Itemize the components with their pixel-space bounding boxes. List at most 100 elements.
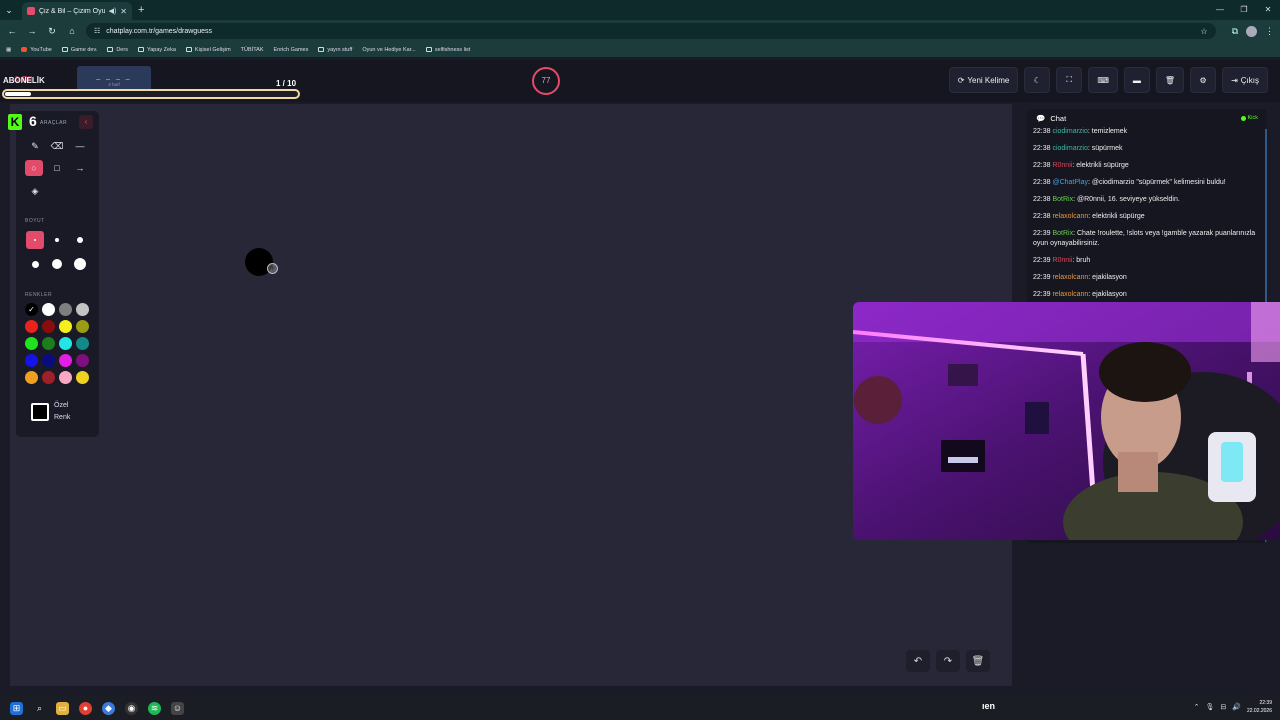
extensions-icon[interactable]: ⧉ — [1232, 26, 1238, 37]
app-icon[interactable]: ◆ — [102, 701, 115, 715]
color-swatch[interactable] — [59, 337, 72, 350]
chat-username[interactable]: relaxolcann — [1052, 291, 1088, 298]
keyboard-button[interactable]: ⌨ — [1088, 67, 1118, 93]
clear-button[interactable]: 🗑 — [1155, 67, 1185, 93]
color-swatch[interactable] — [76, 371, 89, 384]
tray-chevron-icon[interactable]: ⌃ — [1194, 703, 1200, 711]
color-swatch[interactable] — [76, 303, 89, 316]
bookmark-star-icon[interactable]: ☆ — [1200, 27, 1207, 36]
network-icon[interactable]: ⊟ — [1220, 703, 1226, 711]
arrow-tool[interactable]: → — [71, 160, 89, 176]
tab-close-icon[interactable]: ✕ — [120, 7, 127, 16]
settings-button[interactable]: ⚙ — [1190, 67, 1217, 93]
color-swatch[interactable] — [42, 354, 55, 367]
chat-username[interactable]: @ChatPlay — [1052, 179, 1088, 186]
reload-icon[interactable]: ↻ — [46, 26, 58, 37]
back-icon[interactable]: ← — [6, 26, 18, 36]
color-swatch[interactable] — [25, 320, 38, 333]
chat-text: : ejakilasyon — [1088, 274, 1127, 281]
bookmark-folder[interactable]: Game dev. — [61, 47, 97, 53]
size-option[interactable] — [71, 231, 89, 249]
file-explorer-icon[interactable]: ▭ — [56, 701, 69, 715]
rectangle-tool[interactable]: □ — [48, 160, 66, 176]
chat-username[interactable]: R0nnii — [1052, 257, 1072, 264]
forward-icon[interactable]: → — [26, 26, 38, 36]
undo-button[interactable]: ↶ — [906, 650, 930, 672]
bookmark-tubitak[interactable]: TÜBİTAK — [241, 47, 282, 126]
color-swatch[interactable] — [42, 303, 55, 316]
minimize-icon[interactable]: — — [1208, 0, 1232, 20]
theme-toggle-button[interactable]: ☾ — [1024, 67, 1051, 93]
color-swatch[interactable] — [59, 303, 72, 316]
color-swatch[interactable] — [76, 337, 89, 350]
site-info-icon[interactable]: ☷ — [94, 27, 100, 35]
color-swatch[interactable] — [42, 371, 55, 384]
chat-text: : ejakilasyon — [1088, 291, 1127, 298]
color-swatch[interactable] — [42, 320, 55, 333]
microphone-icon[interactable]: 🎙 — [1205, 703, 1214, 711]
fullscreen-button[interactable]: ⛶ — [1056, 67, 1083, 93]
color-swatch[interactable] — [25, 337, 38, 350]
volume-icon[interactable]: 🔊 — [1232, 703, 1241, 711]
color-swatch[interactable] — [59, 371, 72, 384]
circle-tool[interactable]: ○ — [25, 160, 43, 176]
apps-icon[interactable]: ▦ — [6, 47, 11, 53]
bookmark-youtube[interactable]: YouTube — [21, 47, 52, 53]
tab-audio-icon[interactable]: ◀) — [109, 7, 117, 15]
chat-username[interactable]: ciodimarzio — [1052, 128, 1087, 135]
size-option[interactable] — [26, 231, 44, 249]
eraser-tool[interactable]: ⌫ — [48, 138, 66, 154]
bookmark-folder[interactable]: Ders — [107, 47, 128, 53]
color-swatch[interactable] — [59, 320, 72, 333]
size-option[interactable] — [71, 255, 89, 273]
tab-search-icon[interactable]: ⌄ — [0, 0, 18, 20]
clock[interactable]: 22:39 22.02.2026 — [1247, 699, 1272, 715]
color-swatch[interactable] — [25, 371, 38, 384]
bookmark-oyun[interactable]: Oyun ve Hediye Kar... — [276, 47, 416, 126]
bookmark-folder[interactable]: selfishness list — [425, 47, 470, 53]
chat-username[interactable]: R0nnii — [1052, 162, 1072, 169]
size-option[interactable] — [48, 255, 66, 273]
panel-button[interactable]: ▬ — [1123, 67, 1150, 93]
windows-start-icon[interactable]: ⊞ — [10, 701, 23, 715]
maximize-icon[interactable]: ❐ — [1232, 0, 1256, 20]
chrome-icon[interactable]: ● — [79, 701, 92, 715]
new-tab-button[interactable]: + — [138, 4, 144, 16]
new-word-button[interactable]: ⟳ Yeni Kelime — [948, 67, 1019, 93]
url-field[interactable]: ☷ chatplay.com.tr/games/drawguess ☆ — [86, 23, 1216, 39]
chat-username[interactable]: ciodimarzio — [1052, 145, 1087, 152]
size-option[interactable] — [48, 231, 66, 249]
browser-tab[interactable]: Çiz & Bil – Çizim Oyunu ◀) ✕ — [22, 2, 132, 20]
clear-canvas-button[interactable]: 🗑 — [966, 650, 990, 672]
color-swatch[interactable]: ✓ — [25, 303, 38, 316]
collapse-tools-button[interactable]: ‹ — [79, 115, 93, 129]
obs-icon[interactable]: ◉ — [125, 701, 138, 715]
color-swatch[interactable] — [76, 354, 89, 367]
fill-tool[interactable]: ◈ — [26, 183, 44, 199]
color-swatch[interactable] — [25, 354, 38, 367]
search-icon[interactable]: ⌕ — [33, 702, 46, 715]
chat-username[interactable]: BotRix — [1052, 230, 1073, 237]
bookmark-folder[interactable]: Yapay Zeka — [137, 47, 176, 53]
home-icon[interactable]: ⌂ — [66, 26, 78, 36]
brush-tool[interactable]: ✎ — [26, 138, 44, 154]
size-option[interactable] — [26, 255, 44, 273]
bookmark-enrich-games[interactable]: Enrich Games — [274, 47, 308, 126]
browser-menu-icon[interactable]: ⋮ — [1265, 26, 1274, 37]
redo-button[interactable]: ↷ — [936, 650, 960, 672]
chat-username[interactable]: relaxolcann — [1052, 274, 1088, 281]
profile-avatar[interactable] — [1246, 25, 1257, 37]
chat-username[interactable]: BotRix — [1052, 196, 1073, 203]
spotify-icon[interactable]: ≋ — [148, 701, 161, 715]
discord-icon[interactable]: ☺ — [171, 701, 184, 715]
close-window-icon[interactable]: ✕ — [1256, 0, 1280, 20]
color-swatch[interactable] — [42, 337, 55, 350]
bookmark-folder[interactable]: Kişisel Gelişim — [185, 47, 231, 53]
custom-color-button[interactable] — [31, 403, 49, 421]
line-tool[interactable]: — — [71, 138, 89, 154]
color-swatch[interactable] — [76, 320, 89, 333]
chat-username[interactable]: relaxolcann — [1052, 213, 1088, 220]
bookmark-folder[interactable]: yayın stuff — [318, 47, 352, 53]
exit-button[interactable]: ⇥ Çıkış — [1222, 67, 1268, 93]
color-swatch[interactable] — [59, 354, 72, 367]
